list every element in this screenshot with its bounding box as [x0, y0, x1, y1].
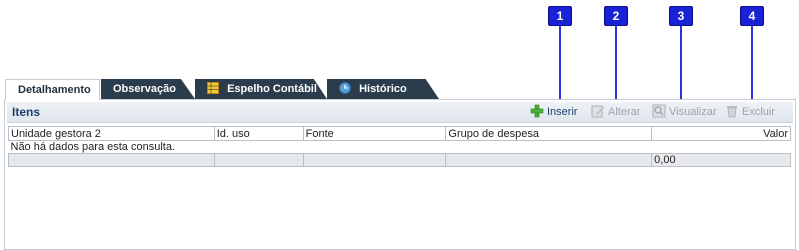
- tab-espelho-contabil[interactable]: Espelho Contábil: [195, 79, 327, 99]
- edit-icon: [591, 104, 605, 118]
- plus-icon: [530, 104, 544, 118]
- ledger-icon: [207, 81, 219, 94]
- callout-marker-4: 4: [740, 6, 764, 26]
- empty-message: Não há dados para esta consulta.: [10, 141, 176, 153]
- total-value: 0,00: [651, 153, 791, 167]
- edit-button[interactable]: Alterar: [591, 104, 640, 120]
- trash-icon: [725, 104, 739, 118]
- total-cell: [213, 153, 304, 167]
- panel-title: Itens: [12, 105, 41, 119]
- column-header[interactable]: Fonte: [302, 126, 447, 141]
- view-button[interactable]: Visualizar: [652, 104, 717, 120]
- callout-line-4: [751, 26, 753, 108]
- tab-detalhamento[interactable]: Detalhamento: [5, 79, 100, 100]
- total-cell: [302, 153, 447, 167]
- tab-label: Observação: [113, 83, 176, 95]
- tab-label: Histórico: [359, 83, 407, 95]
- items-table: Unidade gestora 2 Id. uso Fonte Grupo de…: [8, 126, 791, 167]
- callout-line-3: [680, 26, 682, 108]
- total-cell: [445, 153, 653, 167]
- insert-label: Inserir: [547, 106, 578, 118]
- tab-observacao[interactable]: Observação: [101, 79, 195, 99]
- items-panel: Itens Inserir Alterar Visualizar Excluir…: [4, 99, 796, 250]
- tab-label: Detalhamento: [18, 84, 91, 96]
- screen: 1 2 3 4 Detalhamento Observação Espelho …: [0, 0, 799, 250]
- total-cell: [8, 153, 215, 167]
- callout-line-1: [559, 26, 561, 108]
- edit-label: Alterar: [608, 106, 641, 118]
- callout-line-2: [615, 26, 617, 108]
- callout-marker-1: 1: [548, 6, 572, 26]
- magnifier-icon: [652, 104, 666, 118]
- callout-marker-3: 3: [669, 6, 693, 26]
- tab-historico[interactable]: Histórico: [327, 79, 439, 99]
- table-header-row: Unidade gestora 2 Id. uso Fonte Grupo de…: [8, 126, 791, 141]
- delete-label: Excluir: [742, 106, 776, 118]
- tab-label: Espelho Contábil: [227, 83, 317, 95]
- panel-header: Itens Inserir Alterar Visualizar Excluir: [7, 102, 793, 123]
- view-label: Visualizar: [669, 106, 717, 118]
- delete-button[interactable]: Excluir: [725, 104, 775, 120]
- total-row: 0,00: [8, 153, 791, 167]
- history-icon: [339, 81, 351, 94]
- column-header[interactable]: Valor: [651, 126, 791, 141]
- empty-message-row: Não há dados para esta consulta.: [9, 141, 791, 154]
- callout-marker-2: 2: [604, 6, 628, 26]
- insert-button[interactable]: Inserir: [530, 104, 578, 120]
- column-header[interactable]: Id. uso: [213, 126, 304, 141]
- column-header[interactable]: Unidade gestora 2: [8, 126, 215, 141]
- column-header[interactable]: Grupo de despesa: [445, 126, 653, 141]
